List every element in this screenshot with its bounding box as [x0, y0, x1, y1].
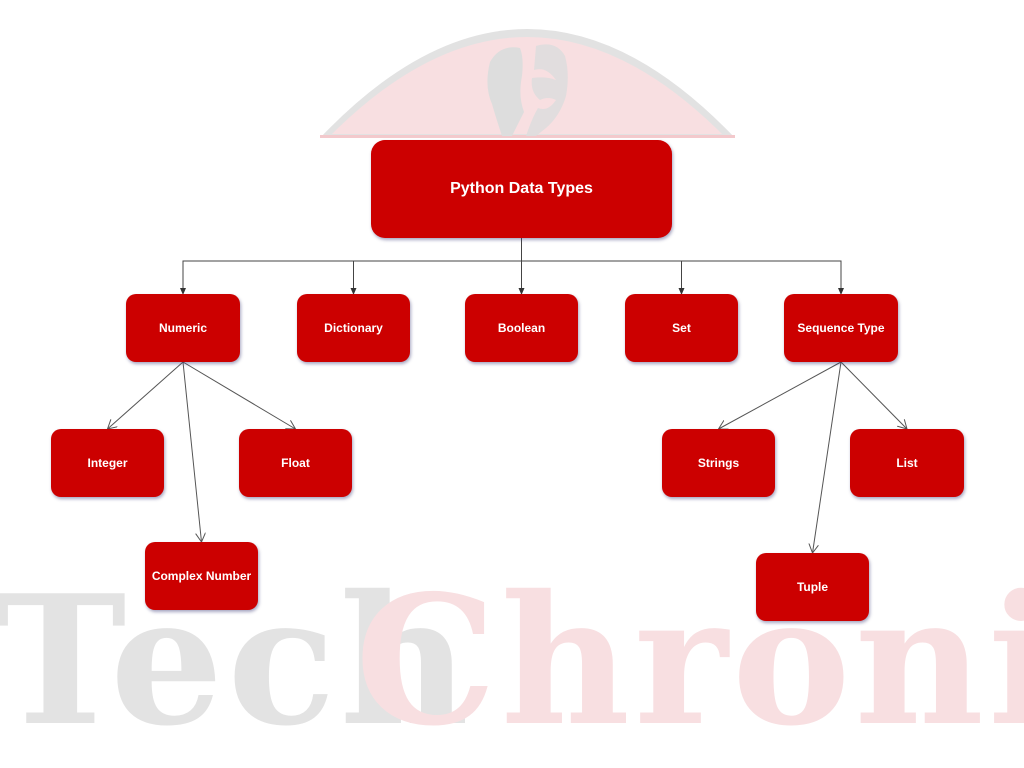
node-sequence-type[interactable]: Sequence Type — [784, 294, 898, 362]
connector-python-data-types-to-dictionary — [350, 238, 522, 295]
node-dictionary[interactable]: Dictionary — [297, 294, 410, 362]
node-label: Sequence Type — [797, 321, 885, 335]
node-label: Float — [281, 456, 310, 470]
node-label: Python Data Types — [450, 180, 593, 197]
node-float[interactable]: Float — [239, 429, 352, 497]
node-python-data-types[interactable]: Python Data Types — [371, 140, 672, 238]
node-strings[interactable]: Strings — [662, 429, 775, 497]
connector-sequence-type-to-strings — [719, 361, 842, 429]
connector-sequence-type-to-list — [840, 361, 907, 429]
connector-python-data-types-to-set — [521, 238, 685, 295]
connector-numeric-to-float — [182, 361, 296, 429]
node-tuple[interactable]: Tuple — [756, 553, 869, 621]
node-label: Dictionary — [324, 321, 383, 335]
node-label: Integer — [87, 456, 128, 470]
node-set[interactable]: Set — [625, 294, 738, 362]
node-label: Numeric — [158, 321, 208, 335]
diagram-connectors — [0, 238, 1024, 768]
node-label: Tuple — [796, 580, 829, 594]
node-integer[interactable]: Integer — [51, 429, 164, 497]
node-label: Boolean — [497, 321, 546, 335]
connector-python-data-types-to-numeric — [180, 238, 522, 295]
connector-numeric-to-integer — [108, 361, 184, 429]
node-boolean[interactable]: Boolean — [465, 294, 578, 362]
node-label: Strings — [697, 456, 740, 470]
connector-sequence-type-to-tuple — [813, 361, 842, 553]
connector-numeric-to-complex-number — [182, 361, 202, 542]
node-label: Set — [672, 321, 691, 335]
node-label: Complex Number — [151, 569, 252, 583]
node-numeric[interactable]: Numeric — [126, 294, 240, 362]
node-complex-number[interactable]: Complex Number — [145, 542, 258, 610]
node-label: List — [896, 456, 918, 470]
node-list[interactable]: List — [850, 429, 964, 497]
